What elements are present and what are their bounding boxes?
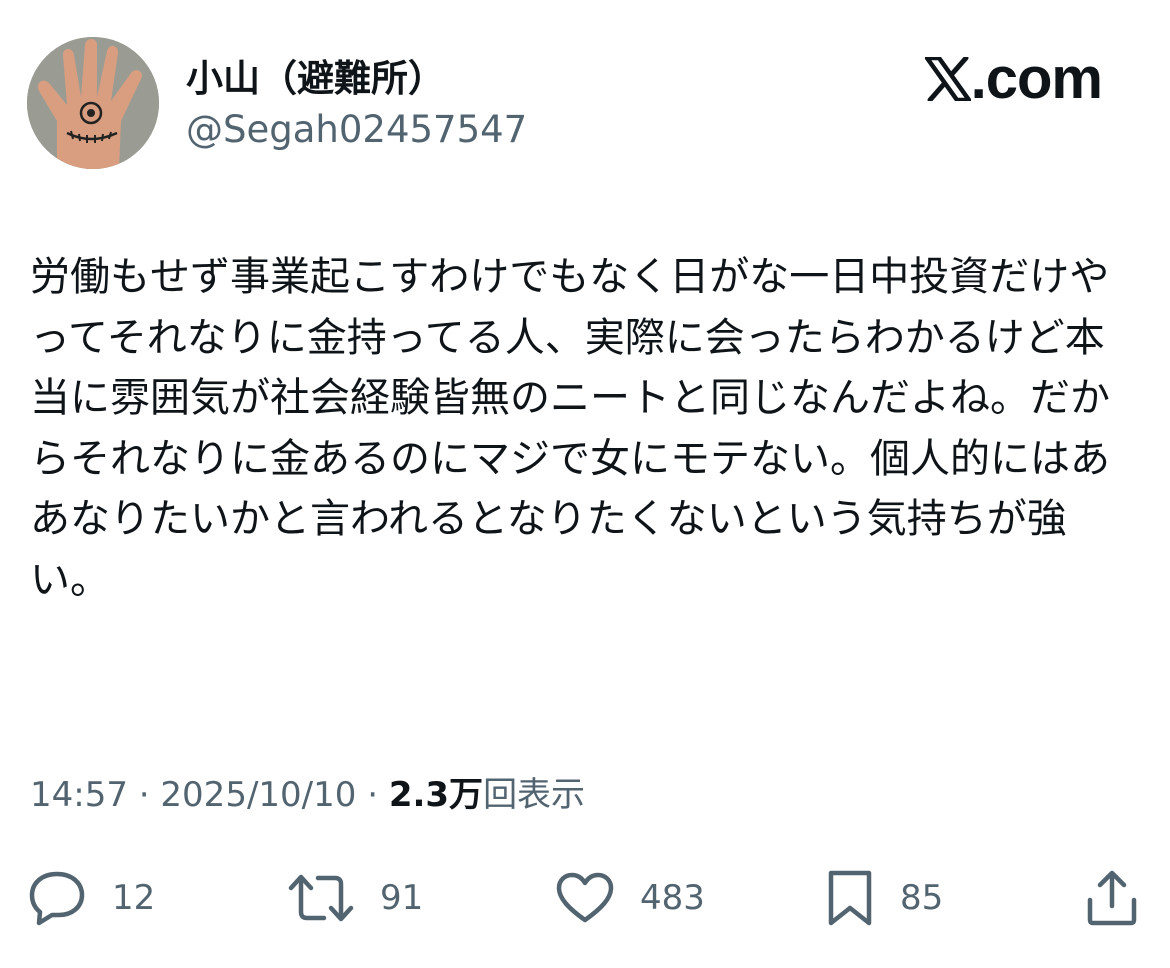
display-name[interactable]: 小山（避難所）: [186, 55, 445, 103]
reply-icon: [29, 871, 85, 926]
tweet-text: 労働もせず事業起こすわけでもなく日がな一日中投資だけやってそれなりに金持ってる人…: [30, 254, 1110, 603]
reply-button[interactable]: 12: [28, 868, 155, 928]
tweet-date[interactable]: 2025/10/10: [160, 775, 356, 815]
bookmark-button[interactable]: 85: [826, 868, 943, 928]
views-count[interactable]: 2.3万: [389, 775, 483, 815]
avatar-hand-image: [27, 37, 159, 169]
like-button[interactable]: 483: [556, 868, 705, 928]
brand-label: .com: [970, 46, 1103, 111]
reply-count: 12: [112, 878, 156, 918]
meta-separator: ·: [356, 775, 389, 815]
bookmark-count: 85: [900, 878, 944, 918]
x-logo-icon: [924, 57, 971, 101]
share-button[interactable]: [1086, 868, 1138, 928]
brand-x-com: .com: [924, 46, 1103, 111]
tweet-time[interactable]: 14:57: [30, 775, 128, 815]
tweet-actions: 12 91 483 85: [0, 868, 1170, 928]
retweet-count: 91: [380, 878, 424, 918]
tweet-meta: 14:57 · 2025/10/10 · 2.3万回表示: [30, 770, 585, 820]
meta-separator: ·: [127, 775, 161, 815]
retweet-icon: [288, 874, 354, 922]
share-icon: [1087, 870, 1137, 926]
bookmark-icon: [828, 870, 872, 926]
views-label: 回表示: [483, 775, 586, 815]
heart-icon: [556, 872, 614, 923]
user-handle[interactable]: @Segah02457547: [186, 106, 527, 154]
avatar[interactable]: [27, 37, 159, 169]
retweet-button[interactable]: 91: [288, 868, 423, 928]
like-count: 483: [640, 878, 705, 918]
